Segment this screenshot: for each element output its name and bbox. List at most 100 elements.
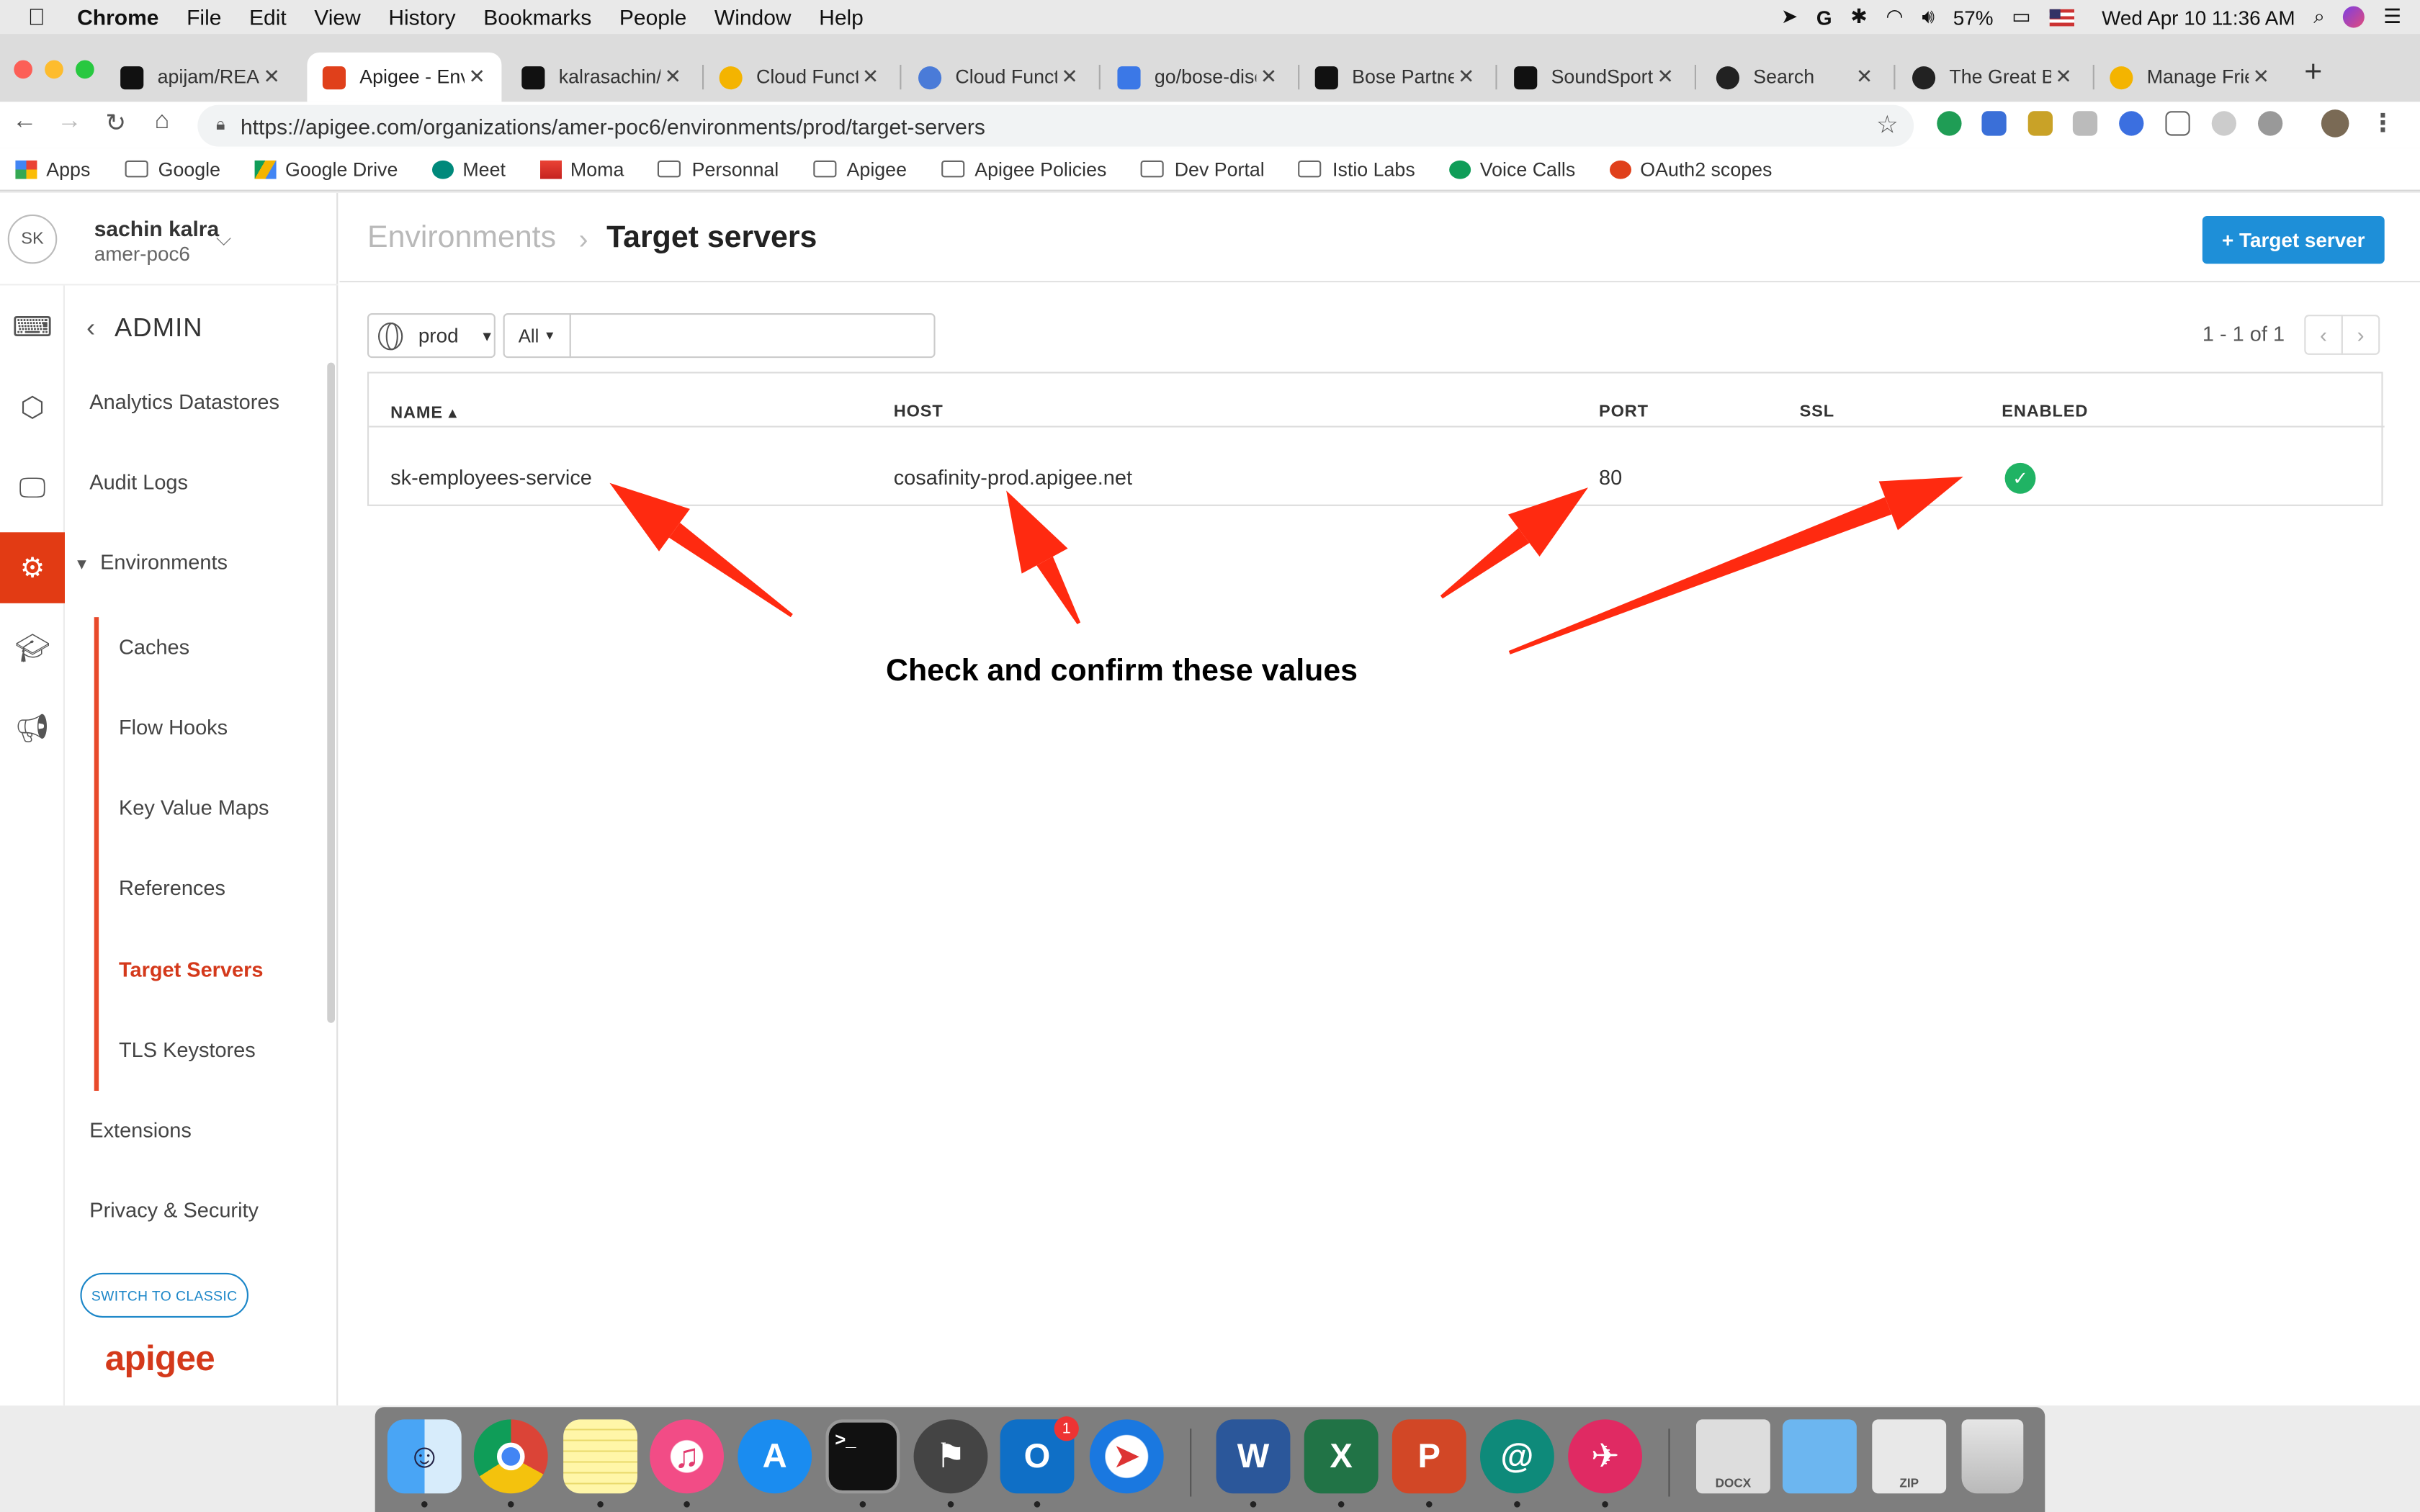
bluetooth-icon[interactable]: ✱ (1850, 4, 1867, 29)
close-window-button[interactable] (14, 60, 32, 79)
gear-icon[interactable]: ⚙ (0, 532, 65, 603)
volume-icon[interactable]: 🔊︎ (1922, 4, 1935, 29)
siri-icon[interactable] (2343, 6, 2365, 28)
close-icon[interactable]: ✕ (1057, 65, 1082, 89)
menu-window[interactable]: Window (714, 4, 792, 29)
bookmark-meet[interactable]: Meet (431, 158, 506, 180)
zoom-window-button[interactable] (76, 60, 94, 79)
profile-avatar-icon[interactable] (2321, 109, 2349, 138)
close-icon[interactable]: ✕ (2051, 65, 2076, 89)
user-name[interactable]: sachin kalra (94, 216, 219, 240)
close-icon[interactable]: ✕ (465, 65, 489, 89)
app-store-icon[interactable]: A (738, 1419, 812, 1494)
close-icon[interactable]: ✕ (858, 65, 882, 89)
terminal-app-icon[interactable]: >_ (825, 1419, 900, 1494)
chrome-menu-icon[interactable]: ⋮ (2367, 108, 2398, 139)
close-icon[interactable]: ✕ (259, 65, 284, 89)
battery-percent[interactable]: 57% (1953, 6, 1994, 29)
sidebar-scrollbar[interactable] (327, 362, 335, 1023)
chrome-icon[interactable] (473, 1419, 548, 1494)
analytics-icon[interactable]: 🖵︎ (0, 452, 65, 523)
sidebar-item-audit-logs[interactable]: Audit Logs (89, 471, 188, 494)
column-header-name[interactable]: NAME ▴ (390, 402, 457, 423)
migration-assistant-icon[interactable]: ⚑ (913, 1419, 988, 1494)
clock[interactable]: Wed Apr 10 11:36 AM (2102, 6, 2295, 29)
chevron-left-icon[interactable]: ‹ (86, 313, 96, 343)
avatar[interactable]: SK (7, 214, 58, 264)
prev-page-button[interactable]: ‹ (2304, 315, 2343, 355)
address-bar[interactable]: 🔒︎ https://apigee.com/organizations/amer… (197, 104, 1914, 147)
sidebar-item-analytics-datastores[interactable]: Analytics Datastores (89, 390, 279, 413)
extension-gray-icon[interactable] (2072, 111, 2098, 136)
bookmark-apigee-policies[interactable]: Apigee Policies (941, 158, 1106, 180)
tab-3[interactable]: Cloud Functi ✕ (704, 53, 895, 102)
graduation-cap-icon[interactable]: 🎓︎ (0, 613, 65, 684)
new-tab-button[interactable]: + (2304, 55, 2322, 91)
menu-file[interactable]: File (187, 4, 221, 29)
apple-icon[interactable]:  (28, 4, 53, 30)
close-icon[interactable]: ✕ (1454, 65, 1479, 89)
bookmark-personnal[interactable]: Personnal (658, 158, 779, 180)
grammarly-icon[interactable]: G (1816, 6, 1832, 29)
menu-help[interactable]: Help (819, 4, 864, 29)
tab-0[interactable]: apijam/READ✕ (105, 53, 297, 102)
search-input[interactable] (569, 313, 936, 359)
sidebar-item-environments[interactable]: ▼ Environments (74, 551, 238, 574)
notes-icon[interactable] (563, 1419, 637, 1494)
folder-icon[interactable] (1783, 1419, 1857, 1494)
column-header-port[interactable]: PORT (1599, 402, 1649, 421)
home-button[interactable]: ⌂ (147, 108, 178, 136)
back-button[interactable]: ← (9, 108, 40, 136)
sidebar-item-key-value-maps[interactable]: Key Value Maps (119, 796, 269, 819)
documents-docx-icon[interactable]: DOCX (1696, 1419, 1770, 1494)
extension-notes-icon[interactable] (2027, 111, 2053, 136)
extension-chat-icon[interactable] (2258, 111, 2283, 136)
airmail-icon[interactable]: ✈ (1568, 1419, 1642, 1494)
tab-6[interactable]: Bose Partner ✕ (1299, 53, 1491, 102)
breadcrumb-environments[interactable]: Environments (367, 220, 556, 256)
menu-view[interactable]: View (314, 4, 360, 29)
bookmark-istio-labs[interactable]: Istio Labs (1298, 158, 1415, 180)
filter-select[interactable]: All ▼ (503, 313, 571, 359)
tab-4[interactable]: Cloud Functi ✕ (903, 53, 1095, 102)
switch-to-classic-button[interactable]: SWITCH TO CLASSIC (80, 1272, 249, 1318)
notification-center-icon[interactable]: ☰ (2383, 4, 2401, 29)
zip-archive-icon[interactable]: ZIP (1872, 1419, 1947, 1494)
sidebar-item-tls-keystores[interactable]: TLS Keystores (119, 1038, 256, 1061)
lock-icon[interactable]: 🔒︎ (216, 116, 225, 136)
extension-circle-gray-icon[interactable] (2211, 111, 2236, 136)
menu-people[interactable]: People (619, 4, 686, 29)
cell-name[interactable]: sk-employees-service (390, 466, 592, 489)
tab-9[interactable]: The Great Bl ✕ (1897, 53, 2089, 102)
bookmark-google-drive[interactable]: Google Drive (254, 158, 398, 180)
sidebar-item-flow-hooks[interactable]: Flow Hooks (119, 716, 228, 739)
minimize-window-button[interactable] (45, 60, 63, 79)
flag-icon[interactable] (2049, 8, 2074, 26)
extension-cast-icon[interactable] (2165, 111, 2190, 136)
sidebar-item-target-servers[interactable]: Target Servers (119, 958, 263, 981)
close-icon[interactable]: ✕ (1653, 65, 1677, 89)
bookmark-moma[interactable]: Moma (539, 158, 624, 180)
tab-1[interactable]: Apigee - Env ✕ (307, 52, 502, 102)
powerpoint-icon[interactable]: P (1392, 1419, 1466, 1494)
menu-history[interactable]: History (388, 4, 455, 29)
trash-icon[interactable] (1961, 1419, 2024, 1494)
status-app-icon[interactable]: ➤ (1781, 4, 1798, 29)
terminal-icon[interactable]: ⌨ (0, 292, 65, 363)
extension-shield-green-icon[interactable] (1937, 111, 1962, 136)
close-icon[interactable]: ✕ (1852, 65, 1876, 89)
column-header-enabled[interactable]: ENABLED (2002, 402, 2088, 421)
extension-circle-blue-icon[interactable] (2119, 111, 2144, 136)
tab-8[interactable]: Search ✕ (1700, 53, 1888, 102)
bookmark-oauth2-scopes[interactable]: OAuth2 scopes (1609, 158, 1772, 180)
spotlight-icon[interactable]: ⌕ (2313, 4, 2325, 29)
tab-10[interactable]: Manage Frie ✕ (2094, 53, 2286, 102)
battery-icon[interactable]: ▭ (2012, 4, 2030, 29)
menu-bookmarks[interactable]: Bookmarks (483, 4, 591, 29)
sidebar-item-references[interactable]: References (119, 876, 225, 899)
menu-app-name[interactable]: Chrome (77, 4, 158, 29)
itunes-icon[interactable]: ♫ (650, 1419, 724, 1494)
bookmark-voice-calls[interactable]: Voice Calls (1448, 158, 1575, 180)
tab-7[interactable]: SoundSport ✕ (1499, 53, 1690, 102)
next-page-button[interactable]: › (2341, 315, 2380, 355)
